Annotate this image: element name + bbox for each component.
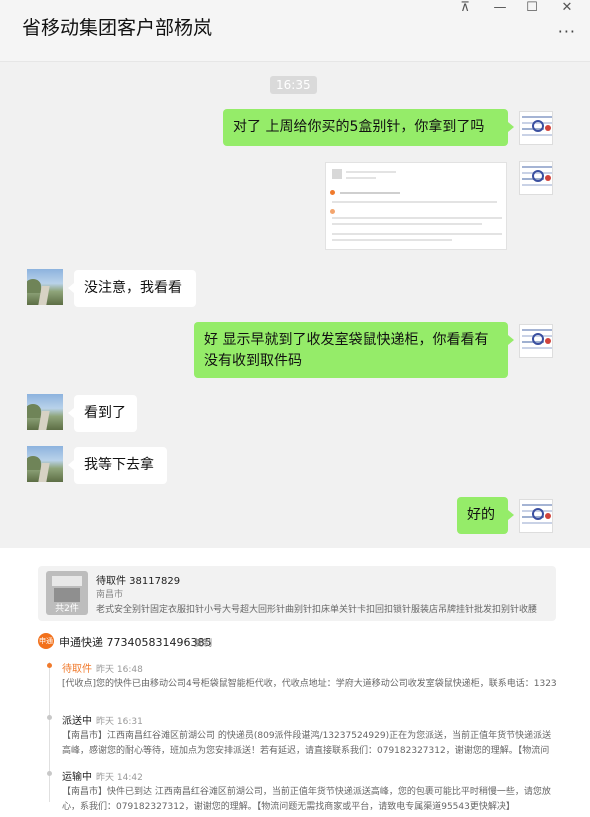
timeline-status: 运输中 昨天 14:42 (62, 772, 143, 783)
parcel-count: 共2件 (55, 604, 79, 614)
timeline-time: 昨天 16:31 (96, 717, 143, 727)
delivery-detail-panel: 共2件 待取件 38117829 南昌市 老式安全别针固定衣服扣针小号大号超大回… (0, 548, 590, 817)
message-bubble-sent[interactable]: 好 显示早就到了收发室袋鼠快递柜，你看看有没有收到取件码 (194, 322, 514, 378)
avatar-self[interactable] (519, 324, 553, 358)
message-bubble-sent[interactable]: 好的 (457, 497, 514, 534)
avatar-peer[interactable] (27, 446, 63, 482)
minimize-icon[interactable]: — (490, 0, 510, 15)
message-timestamp: 16:35 (270, 76, 317, 94)
timeline-status: 派送中 昨天 16:31 (62, 716, 143, 727)
chat-title: 省移动集团客户部杨岚 (22, 17, 213, 39)
timeline-status: 待取件 昨天 16:48 (62, 664, 143, 675)
copy-button[interactable]: 复制 (194, 636, 212, 649)
message-bubble-received[interactable]: 没注意，我看看 (68, 270, 196, 307)
message-bubble-received[interactable]: 我等下去拿 (68, 447, 167, 484)
message-bubble-received[interactable]: 看到了 (68, 395, 137, 432)
timeline-time: 昨天 16:48 (96, 665, 143, 675)
message-list[interactable]: 16:35 对了 上周给你买的5盒别针，你拿到了吗 没注意，我看看 好 显示早就… (0, 62, 590, 548)
delivery-detail: 共2件 待取件 38117829 南昌市 老式安全别针固定衣服扣针小号大号超大回… (27, 548, 557, 817)
timeline-dot (47, 771, 52, 776)
parcel-status: 待取件 38117829 (96, 576, 181, 587)
parcel-image: 共2件 (46, 571, 88, 615)
pin-icon[interactable]: ⊼ (455, 0, 475, 15)
avatar-self[interactable] (519, 499, 553, 533)
parcel-location: 南昌市 (96, 590, 124, 600)
message-bubble-sent[interactable]: 对了 上周给你买的5盒别针，你拿到了吗 (223, 109, 514, 146)
carrier-logo-icon: 申通 (38, 633, 54, 649)
timeline-text: [代收点]您的快件已由移动公司4号柜袋鼠智能柜代收，代收点地址：学府大道移动公司… (62, 679, 557, 689)
avatar-self[interactable] (519, 111, 553, 145)
chat-window: 省移动集团客户部杨岚 ⊼ — ☐ ✕ ··· 16:35 对了 上周给你买的5盒… (0, 0, 590, 817)
avatar-peer[interactable] (27, 394, 63, 430)
close-icon[interactable]: ✕ (557, 0, 577, 15)
avatar-peer[interactable] (27, 269, 63, 305)
parcel-card[interactable]: 共2件 待取件 38117829 南昌市 老式安全别针固定衣服扣针小号大号超大回… (38, 566, 556, 621)
timeline-text: 【南昌市】江西南昌红谷滩区前湖公司 的快递员(809派件段谌鸿/13237524… (62, 731, 552, 756)
image-message[interactable] (325, 162, 507, 250)
timeline-dot (47, 715, 52, 720)
timeline-dot (47, 663, 52, 668)
timeline-line (49, 662, 50, 802)
chat-header: 省移动集团客户部杨岚 ⊼ — ☐ ✕ ··· (0, 0, 590, 62)
more-options-icon[interactable]: ··· (558, 22, 576, 41)
timeline-time: 昨天 14:42 (96, 773, 143, 783)
avatar-self[interactable] (519, 161, 553, 195)
timeline-text: 【南昌市】快件已到达 江西南昌红谷滩区前湖公司，当前正值年货节快递派送高峰，您的… (62, 787, 551, 812)
tracking-number: 申通快递 773405831496385 (59, 636, 212, 649)
maximize-icon[interactable]: ☐ (522, 0, 542, 15)
parcel-description: 老式安全别针固定衣服扣针小号大号超大回形针曲别针扣床单关针卡扣回扣锁针服装店吊牌… (96, 605, 538, 615)
